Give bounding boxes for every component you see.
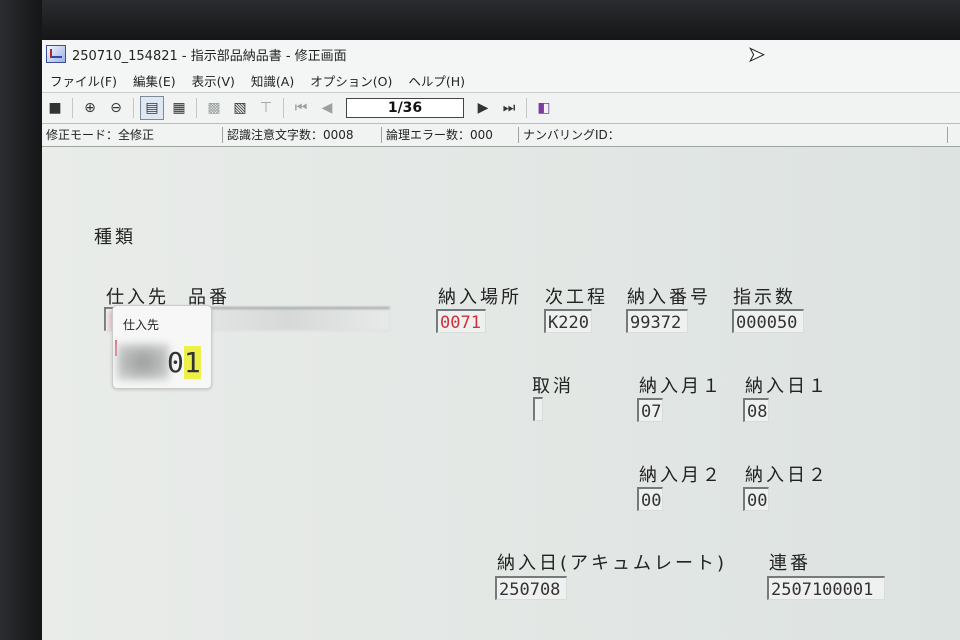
- accumulate-date-field[interactable]: 250708: [495, 576, 567, 600]
- delivery-month2-field[interactable]: 00: [637, 487, 663, 511]
- save-icon[interactable]: ■: [44, 97, 66, 119]
- zoom-out-icon[interactable]: ⊖: [105, 97, 127, 119]
- filter-icon[interactable]: ⊤: [255, 97, 277, 119]
- delivery-month1-field[interactable]: 07: [637, 398, 663, 422]
- delivery-day1-label: 納入日１: [745, 376, 829, 397]
- accumulate-date-label: 納入日(アキュムレート): [497, 553, 728, 574]
- screen: 250710_154821 - 指示部品納品書 - 修正画面 ➤ ファイル(F)…: [42, 40, 960, 640]
- page-indicator[interactable]: 1/36: [346, 98, 464, 118]
- document-icon[interactable]: ▧: [229, 97, 251, 119]
- delivery-day2-label: 納入日２: [745, 465, 829, 486]
- serial-field[interactable]: 2507100001: [767, 576, 885, 600]
- form-area: 種類 仕入先 品番 001 納入場所 次工程 納入番号 指示数 0071 K22…: [42, 147, 960, 640]
- part-no-field[interactable]: [188, 307, 390, 331]
- book-icon[interactable]: ◧: [533, 97, 555, 119]
- instruction-qty-label: 指示数: [733, 287, 796, 308]
- supplier-tooltip: 仕入先 01: [112, 305, 212, 389]
- next-process-field[interactable]: K220: [544, 309, 592, 333]
- toolbar-separator: [283, 98, 284, 118]
- delivery-month1-label: 納入月１: [639, 376, 723, 397]
- first-page-icon[interactable]: ⏮: [290, 97, 312, 119]
- monitor-bezel-top: [0, 0, 960, 40]
- delivery-day1-field[interactable]: 08: [743, 398, 769, 422]
- menu-options[interactable]: オプション(O): [302, 71, 400, 90]
- tooltip-value-highlight: 1: [183, 346, 201, 379]
- image-view-icon[interactable]: ▤: [140, 96, 164, 120]
- status-mode: 修正モード：全修正: [42, 127, 223, 143]
- menu-view[interactable]: 表示(V): [184, 71, 243, 90]
- status-numbering-id: ナンバリングID：: [519, 127, 948, 143]
- tooltip-value: 01: [167, 346, 201, 379]
- delivery-no-label: 納入番号: [627, 287, 711, 308]
- title-bar: 250710_154821 - 指示部品納品書 - 修正画面: [42, 40, 960, 68]
- status-bar: 修正モード：全修正 認識注意文字数：0008 論理エラー数：000 ナンバリング…: [42, 124, 960, 147]
- menu-knowledge[interactable]: 知識(A): [243, 71, 302, 90]
- toolbar: ■ ⊕ ⊖ ▤ ▦ ▩ ▧ ⊤ ⏮ ◀ 1/36 ▶ ⏭ ◧: [42, 93, 960, 124]
- print-icon[interactable]: ▩: [203, 97, 225, 119]
- toolbar-separator: [133, 98, 134, 118]
- cancel-field[interactable]: [533, 397, 543, 421]
- menu-file[interactable]: ファイル(F): [42, 71, 125, 90]
- toolbar-separator: [72, 98, 73, 118]
- toolbar-separator: [526, 98, 527, 118]
- app-icon: [46, 45, 66, 63]
- delivery-month2-label: 納入月２: [639, 465, 723, 486]
- image-compare-icon[interactable]: ▦: [168, 97, 190, 119]
- delivery-day2-field[interactable]: 00: [743, 487, 769, 511]
- monitor-bezel-left: [0, 0, 42, 640]
- menu-bar: ファイル(F) 編集(E) 表示(V) 知識(A) オプション(O) ヘルプ(H…: [42, 68, 960, 93]
- toolbar-separator: [196, 98, 197, 118]
- zoom-in-icon[interactable]: ⊕: [79, 97, 101, 119]
- previous-page-icon[interactable]: ◀: [316, 97, 338, 119]
- serial-label: 連番: [769, 553, 811, 574]
- tooltip-value-plain: 0: [167, 346, 184, 379]
- tooltip-title: 仕入先: [123, 318, 160, 332]
- last-page-icon[interactable]: ⏭: [498, 97, 520, 119]
- menu-edit[interactable]: 編集(E): [125, 71, 184, 90]
- delivery-no-field[interactable]: 99372: [626, 309, 688, 333]
- next-page-icon[interactable]: ▶: [472, 97, 494, 119]
- cancel-label: 取消: [532, 376, 574, 397]
- kind-label: 種類: [94, 227, 136, 248]
- mouse-pointer-icon: ➤: [748, 42, 766, 67]
- tooltip-blurred-digits: [117, 344, 169, 380]
- menu-help[interactable]: ヘルプ(H): [400, 71, 473, 90]
- window-title: 250710_154821 - 指示部品納品書 - 修正画面: [72, 48, 347, 64]
- delivery-place-field[interactable]: 0071: [436, 309, 486, 333]
- next-process-label: 次工程: [545, 287, 608, 308]
- status-recognition-caution: 認識注意文字数：0008: [223, 127, 382, 143]
- instruction-qty-field[interactable]: 000050: [732, 309, 804, 333]
- delivery-place-label: 納入場所: [438, 287, 522, 308]
- status-logic-errors: 論理エラー数：000: [382, 127, 519, 143]
